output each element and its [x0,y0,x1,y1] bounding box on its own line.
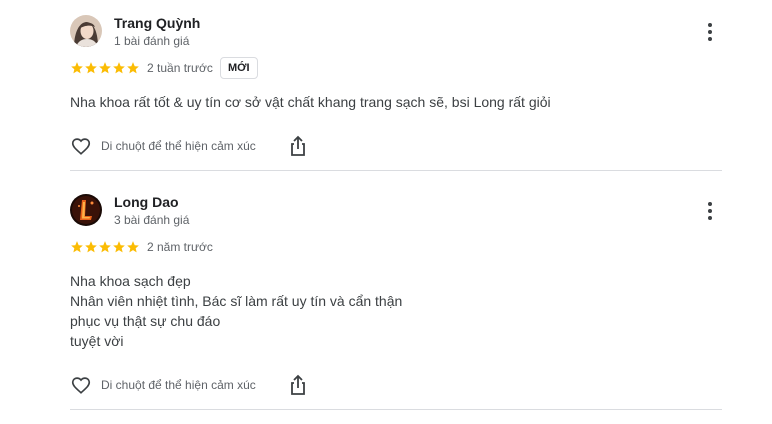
share-button[interactable] [286,373,310,397]
reviewer-review-count: 1 bài đánh giá [114,34,190,48]
like-label: Di chuột để thể hiện cảm xúc [101,378,256,392]
reviewer-review-count: 3 bài đánh giá [114,213,190,227]
star-icon [112,61,126,75]
star-icon [126,61,140,75]
review-card: Long Dao 3 bài đánh giá 2 năm trước Nha … [70,193,722,397]
review-text-line: phục vụ thật sự chu đáo [70,313,221,329]
review-text: Nha khoa sạch đẹp Nhân viên nhiệt tình, … [70,271,722,351]
like-button[interactable]: Di chuột để thể hiện cảm xúc [70,374,256,396]
divider [70,170,722,171]
star-icon [98,240,112,254]
more-vert-icon [708,202,712,220]
new-badge: MỚI [219,57,258,79]
review-text-line: Nha khoa rất tốt & uy tín cơ sở vật chất… [70,94,551,110]
avatar[interactable] [70,15,102,47]
star-icon [84,240,98,254]
star-icon [84,61,98,75]
review-time: 2 năm trước [147,240,213,254]
more-options-button[interactable] [698,199,722,223]
reviewer-name[interactable]: Long Dao [114,194,179,210]
review-actions: Di chuột để thể hiện cảm xúc [70,373,722,397]
review-header: Trang Quỳnh 1 bài đánh giá [70,14,722,50]
star-icon [70,240,84,254]
review-text-line: Nhân viên nhiệt tình, Bác sĩ làm rất uy … [70,293,403,309]
share-icon [291,374,305,395]
star-icon [112,240,126,254]
heart-icon [71,377,91,394]
like-button[interactable]: Di chuột để thể hiện cảm xúc [70,135,256,157]
star-icon [70,61,84,75]
share-button[interactable] [286,134,310,158]
star-rating [70,61,140,75]
like-label: Di chuột để thể hiện cảm xúc [101,139,256,153]
review-text-line: tuyệt vời [70,333,124,349]
more-vert-icon [708,23,712,41]
reviews-page: Trang Quỳnh 1 bài đánh giá 2 tuần trước … [0,0,772,424]
avatar[interactable] [70,194,102,226]
review-header: Long Dao 3 bài đánh giá [70,193,722,229]
divider [70,409,722,410]
star-icon [98,61,112,75]
reviewer-name[interactable]: Trang Quỳnh [114,15,200,31]
star-icon [126,240,140,254]
review-text-line: Nha khoa sạch đẹp [70,273,191,289]
review-actions: Di chuột để thể hiện cảm xúc [70,134,722,158]
review-card: Trang Quỳnh 1 bài đánh giá 2 tuần trước … [70,14,722,158]
review-time: 2 tuần trước [147,61,213,75]
review-text: Nha khoa rất tốt & uy tín cơ sở vật chất… [70,92,722,112]
star-rating [70,240,140,254]
rating-row: 2 năm trước [70,235,722,259]
heart-icon [71,138,91,155]
share-icon [291,135,305,156]
more-options-button[interactable] [698,20,722,44]
rating-row: 2 tuần trước MỚI [70,56,722,80]
